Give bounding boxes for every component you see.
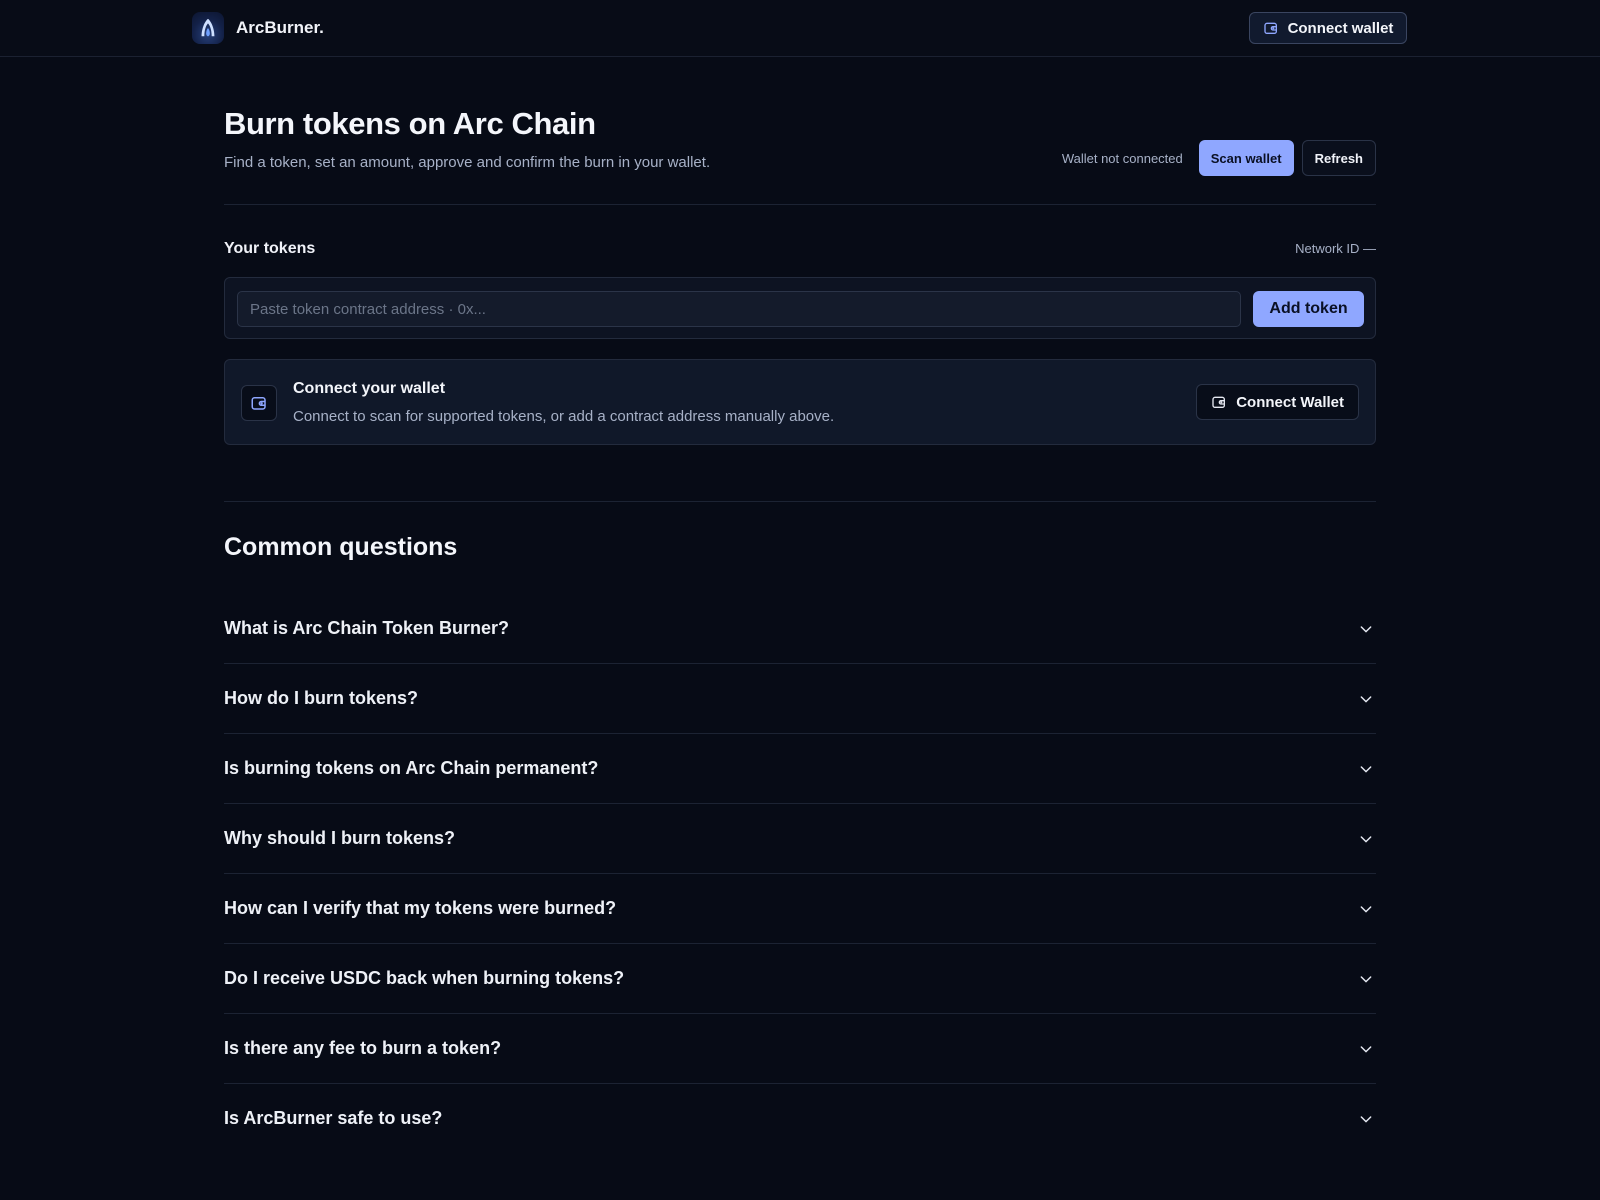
chevron-down-icon bbox=[1360, 696, 1372, 703]
brand[interactable]: ArcBurner. bbox=[192, 12, 324, 44]
faq-question: Do I receive USDC back when burning toke… bbox=[224, 968, 625, 988]
your-tokens-heading: Your tokens bbox=[224, 240, 316, 257]
connect-wallet-button[interactable]: Connect Wallet bbox=[1196, 384, 1359, 420]
wallet-icon bbox=[1263, 22, 1277, 34]
network-id: Network ID — bbox=[1295, 241, 1376, 256]
chevron-down-icon bbox=[1360, 1046, 1372, 1053]
chevron-down-icon bbox=[1360, 766, 1372, 773]
connect-card-title: Connect your wallet bbox=[293, 380, 446, 397]
nav-connect-wallet-button[interactable]: Connect wallet bbox=[1249, 12, 1407, 44]
faq-item[interactable]: Why should I burn tokens? bbox=[224, 804, 1376, 874]
faq-list: What is Arc Chain Token Burner? How do I… bbox=[224, 594, 1376, 1153]
hero-actions: Wallet not connected Scan wallet Refresh bbox=[1062, 140, 1376, 176]
chevron-down-icon bbox=[1360, 906, 1372, 913]
chevron-down-icon bbox=[1360, 626, 1372, 633]
refresh-button[interactable]: Refresh bbox=[1301, 140, 1376, 176]
add-token-card: Add token bbox=[224, 277, 1376, 339]
faq-item[interactable]: What is Arc Chain Token Burner? bbox=[224, 594, 1376, 664]
faq-divider bbox=[224, 501, 1376, 502]
brand-name: ArcBurner. bbox=[236, 18, 324, 37]
connect-wallet-card: Connect your wallet Connect to scan for … bbox=[224, 359, 1376, 445]
wallet-icon bbox=[1212, 396, 1226, 408]
faq-item[interactable]: Is there any fee to burn a token? bbox=[224, 1014, 1376, 1084]
connect-wallet-label: Connect Wallet bbox=[1236, 393, 1344, 411]
faq-question: Why should I burn tokens? bbox=[224, 828, 455, 848]
page-subtitle: Find a token, set an amount, approve and… bbox=[224, 154, 711, 171]
page-title: Burn tokens on Arc Chain bbox=[224, 106, 596, 141]
faq-question: What is Arc Chain Token Burner? bbox=[224, 618, 510, 638]
faq-item[interactable]: How do I burn tokens? bbox=[224, 664, 1376, 734]
faq-item[interactable]: Is burning tokens on Arc Chain permanent… bbox=[224, 734, 1376, 804]
nav-connect-label: Connect wallet bbox=[1287, 19, 1394, 37]
chevron-down-icon bbox=[1360, 836, 1372, 843]
faq-item[interactable]: Do I receive USDC back when burning toke… bbox=[224, 944, 1376, 1014]
token-address-input[interactable] bbox=[237, 291, 1241, 327]
scan-wallet-button[interactable]: Scan wallet bbox=[1198, 140, 1294, 176]
faq-question: How can I verify that my tokens were bur… bbox=[224, 898, 617, 918]
wallet-status: Wallet not connected bbox=[1061, 150, 1183, 166]
top-navbar: ArcBurner. Connect wallet bbox=[0, 0, 1600, 57]
faq-question: Is ArcBurner safe to use? bbox=[224, 1108, 443, 1128]
hero-divider bbox=[224, 204, 1376, 205]
connect-card-description: Connect to scan for supported tokens, or… bbox=[293, 408, 835, 425]
add-token-button[interactable]: Add token bbox=[1253, 291, 1364, 327]
chevron-down-icon bbox=[1360, 976, 1372, 983]
faq-item[interactable]: Is ArcBurner safe to use? bbox=[224, 1084, 1376, 1153]
wallet-icon bbox=[241, 385, 277, 421]
faq-question: Is burning tokens on Arc Chain permanent… bbox=[224, 758, 599, 778]
chevron-down-icon bbox=[1360, 1116, 1372, 1123]
faq-item[interactable]: How can I verify that my tokens were bur… bbox=[224, 874, 1376, 944]
faq-question: How do I burn tokens? bbox=[224, 688, 418, 708]
faq-heading: Common questions bbox=[224, 533, 458, 561]
arc-flame-logo-icon bbox=[192, 12, 224, 44]
faq-question: Is there any fee to burn a token? bbox=[224, 1038, 502, 1058]
